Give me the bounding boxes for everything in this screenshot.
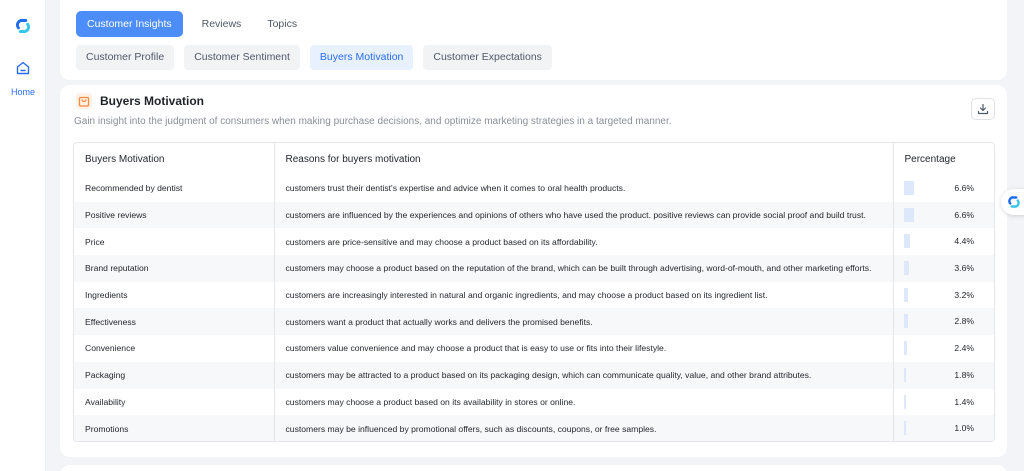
reason-cell: customers trust their dentist's expertis… — [274, 175, 894, 202]
percentage-bar — [903, 367, 907, 382]
percentage-bar — [903, 394, 906, 409]
reason-cell: customers are increasingly interested in… — [274, 281, 894, 309]
reason-cell: customers want a product that actually w… — [274, 308, 894, 336]
subtab-customer-sentiment[interactable]: Customer Sentiment — [184, 45, 300, 70]
tabs-card: Customer Insights Reviews Topics Custome… — [60, 0, 1007, 80]
percentage-cell: 1.0% — [893, 415, 994, 441]
percentage-cell: 3.2% — [893, 282, 994, 309]
subtab-buyers-motivation[interactable]: Buyers Motivation — [309, 45, 414, 70]
table-row: Recommended by dentist customers trust th… — [74, 175, 994, 202]
main-tabs: Customer Insights Reviews Topics — [76, 11, 312, 37]
reason-cell: customers are price-sensitive and may ch… — [274, 228, 894, 256]
percentage-bar — [903, 421, 906, 436]
percentage-value: 2.4% — [954, 343, 974, 354]
sidebar-item-home[interactable]: Home — [0, 60, 46, 100]
tab-topics[interactable]: Topics — [256, 11, 308, 37]
reason-cell: customers may choose a product based on … — [274, 388, 894, 416]
subtab-customer-profile[interactable]: Customer Profile — [76, 45, 175, 70]
table-row: Convenience customers value convenience a… — [74, 335, 994, 362]
motivation-cell: Recommended by dentist — [74, 175, 275, 202]
percentage-cell: 6.6% — [893, 202, 994, 229]
motivation-table: Buyers Motivation Reasons for buyers mot… — [73, 142, 995, 442]
column-header-percentage: Percentage — [904, 153, 956, 165]
percentage-value: 1.0% — [954, 423, 974, 434]
reason-cell: customers may choose a product based on … — [274, 255, 894, 282]
motivation-cell: Brand reputation — [74, 255, 275, 282]
next-section-card — [60, 465, 1007, 471]
percentage-bar — [903, 261, 909, 276]
percentage-value: 3.6% — [954, 263, 974, 274]
percentage-cell: 1.4% — [893, 389, 994, 416]
percentage-value: 6.6% — [954, 209, 974, 220]
percentage-bar — [903, 234, 911, 249]
motivation-cell: Availability — [74, 388, 275, 416]
percentage-cell: 6.6% — [893, 175, 994, 202]
motivation-cell: Promotions — [74, 415, 275, 441]
section-description: Gain insight into the judgment of consum… — [74, 116, 672, 127]
table-row: Price customers are price-sensitive and m… — [74, 228, 994, 256]
percentage-value: 3.2% — [954, 289, 974, 300]
percentage-bar — [903, 207, 914, 222]
tab-customer-insights[interactable]: Customer Insights — [76, 11, 183, 37]
percentage-cell: 4.4% — [893, 228, 994, 255]
table-row: Promotions customers may be influenced by… — [74, 415, 994, 441]
percentage-value: 1.4% — [954, 396, 974, 407]
table-row: Brand reputation customers may choose a p… — [74, 255, 994, 282]
table-row: Effectiveness customers want a product th… — [74, 308, 994, 336]
motivation-cell: Packaging — [74, 361, 275, 389]
motivation-cell: Positive reviews — [74, 201, 275, 229]
download-icon — [977, 103, 989, 115]
sidebar: Home — [0, 0, 46, 471]
shopping-bag-icon — [76, 93, 92, 109]
table-row: Availability customers may choose a produ… — [74, 388, 994, 416]
percentage-bar — [903, 314, 908, 329]
subtab-customer-expectations[interactable]: Customer Expectations — [423, 45, 552, 70]
percentage-value: 2.8% — [954, 316, 974, 327]
column-header-reason: Reasons for buyers motivation — [274, 143, 894, 175]
app-logo-icon[interactable] — [12, 15, 34, 37]
table-row: Packaging customers may be attracted to a… — [74, 361, 994, 389]
motivation-cell: Effectiveness — [74, 308, 275, 336]
motivation-cell: Ingredients — [74, 281, 275, 309]
percentage-value: 4.4% — [954, 236, 974, 247]
download-button[interactable] — [971, 98, 995, 120]
reason-cell: customers may be attracted to a product … — [274, 361, 894, 389]
motivation-cell: Price — [74, 228, 275, 256]
tab-reviews[interactable]: Reviews — [191, 11, 253, 37]
table-row: Positive reviews customers are influenced… — [74, 201, 994, 229]
percentage-bar — [903, 341, 908, 356]
percentage-cell: 3.6% — [893, 255, 994, 282]
percentage-cell: 2.4% — [893, 335, 994, 362]
percentage-bar — [903, 287, 909, 302]
column-header-motivation: Buyers Motivation — [74, 143, 275, 175]
buyers-motivation-card: Buyers Motivation Gain insight into the … — [60, 85, 1007, 457]
motivation-cell: Convenience — [74, 335, 275, 362]
reason-cell: customers are influenced by the experien… — [274, 201, 894, 229]
percentage-value: 6.6% — [954, 183, 974, 193]
percentage-bar — [903, 181, 914, 195]
reason-cell: customers value convenience and may choo… — [274, 335, 894, 362]
app-logo-icon — [1008, 196, 1020, 208]
sub-tabs: Customer Profile Customer Sentiment Buye… — [76, 45, 562, 70]
table-header-row: Buyers Motivation Reasons for buyers mot… — [74, 143, 994, 175]
percentage-cell: 2.8% — [893, 308, 994, 335]
reason-cell: customers may be influenced by promotion… — [274, 415, 894, 441]
home-icon — [16, 61, 30, 75]
table-row: Ingredients customers are increasingly in… — [74, 281, 994, 309]
section-title: Buyers Motivation — [100, 94, 205, 108]
percentage-cell: 1.8% — [893, 362, 994, 389]
percentage-value: 1.8% — [954, 369, 974, 380]
sidebar-item-label: Home — [10, 87, 35, 97]
floating-assistant-button[interactable] — [1001, 189, 1024, 215]
